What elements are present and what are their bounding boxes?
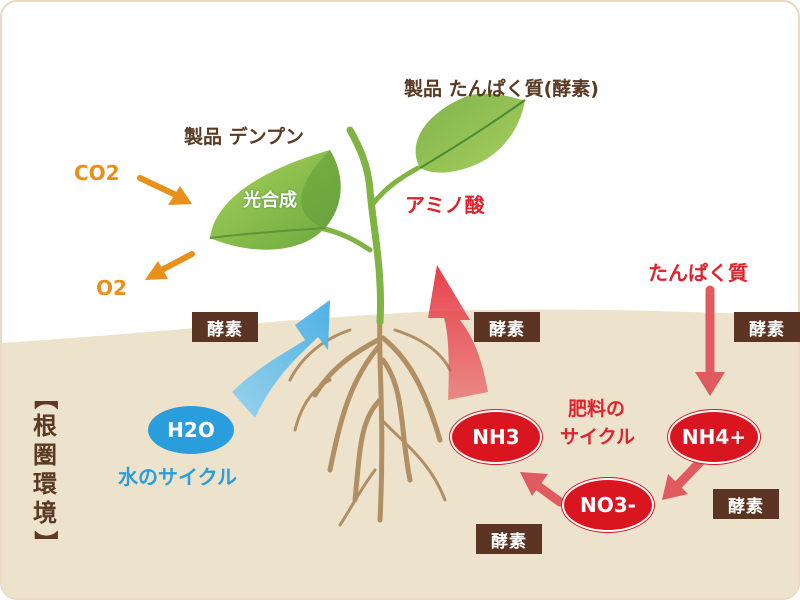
amino-acid-label: アミノ酸 (405, 193, 485, 217)
water-cycle-label: 水のサイクル (118, 465, 237, 489)
enzyme-tag: 酵素 (192, 312, 258, 342)
o2-label: O2 (96, 276, 127, 300)
enzyme-tag: 酵素 (734, 312, 800, 342)
nh4-node: NH4+ (668, 410, 760, 464)
fertilizer-cycle-line2: サイクル (560, 426, 636, 448)
no3-node: NO3- (562, 478, 654, 532)
protein-input-label: たんぱく質 (648, 261, 748, 285)
co2-label: CO2 (74, 161, 120, 185)
fertilizer-cycle-line1: 肥料の (568, 398, 626, 420)
starch-product-label: 製品 デンプン (184, 126, 305, 148)
enzyme-tag: 酵素 (474, 312, 540, 342)
diagram-graphics (0, 0, 800, 600)
protein-product-label: 製品 たんぱく質(酵素) (404, 78, 599, 100)
rhizosphere-label: 【根圏環境】 (30, 383, 60, 557)
rhizosphere-text: 【根圏環境】 (31, 385, 60, 555)
photosynthesis-label: 光合成 (243, 190, 297, 211)
enzyme-tag: 酵素 (476, 524, 542, 554)
nh3-node: NH3 (450, 410, 542, 464)
h2o-node: H2O (148, 406, 234, 454)
rhizosphere-diagram: 製品 デンプン 製品 たんぱく質(酵素) 光合成 CO2 O2 アミノ酸 たんぱ… (0, 0, 800, 600)
enzyme-tag: 酵素 (713, 489, 779, 519)
